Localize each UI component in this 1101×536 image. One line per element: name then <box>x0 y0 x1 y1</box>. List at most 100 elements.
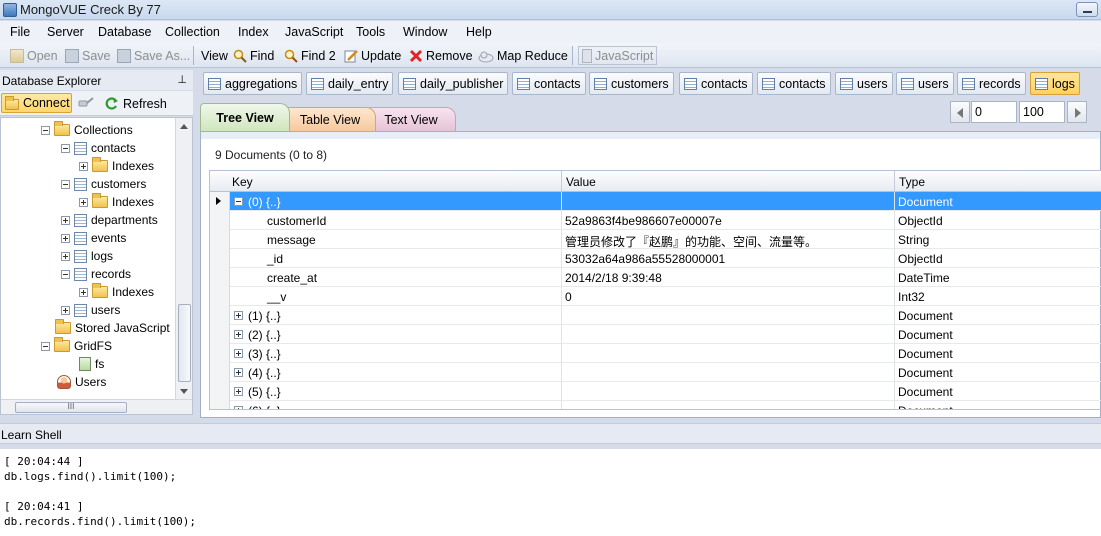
column-key[interactable]: Key <box>232 175 253 189</box>
tree-row-document-6[interactable]: (6) {..} Document <box>210 401 1101 409</box>
tab-contacts[interactable]: contacts <box>757 72 831 95</box>
expand-icon[interactable] <box>234 387 243 396</box>
tree-row-field[interactable]: customerId 52a9863f4be986607e00007e Obje… <box>210 211 1101 230</box>
find-button[interactable]: Find <box>233 47 274 64</box>
find2-button[interactable]: Find 2 <box>284 47 336 64</box>
collapse-icon[interactable] <box>61 143 70 153</box>
tab-tree-view[interactable]: Tree View <box>200 103 290 131</box>
tab-daily-entry[interactable]: daily_entry <box>306 72 394 95</box>
tree-horizontal-scrollbar[interactable]: III <box>1 399 192 414</box>
expand-icon[interactable] <box>61 215 70 225</box>
tab-contacts[interactable]: contacts <box>512 72 586 95</box>
menu-javascript[interactable]: JavaScript <box>285 25 343 39</box>
scroll-up-icon[interactable] <box>180 124 188 129</box>
tree-node-events[interactable]: events <box>61 229 126 247</box>
connect-button[interactable]: Connect <box>1 93 72 113</box>
collapse-icon[interactable] <box>61 179 70 189</box>
menu-collection[interactable]: Collection <box>165 25 220 39</box>
update-button[interactable]: Update <box>344 47 401 64</box>
tree-node-gridfs[interactable]: GridFS <box>41 337 112 355</box>
scroll-thumb[interactable]: III <box>15 402 127 413</box>
row-marker <box>210 344 230 363</box>
next-page-icon[interactable] <box>1067 101 1087 123</box>
tree-row-field[interactable]: create_at 2014/2/18 9:39:48 DateTime <box>210 268 1101 287</box>
open-button[interactable]: Open <box>10 47 58 64</box>
tree-node-contacts-indexes[interactable]: Indexes <box>79 157 154 175</box>
scroll-thumb[interactable] <box>178 304 191 382</box>
tree-row-document-3[interactable]: (3) {..} Document <box>210 344 1101 363</box>
learn-shell-output[interactable]: [ 20:04:44 ] db.logs.find().limit(100); … <box>0 449 1101 536</box>
expand-icon[interactable] <box>79 197 88 207</box>
tree-row-field[interactable]: __v 0 Int32 <box>210 287 1101 306</box>
tree-row-field[interactable]: _id 53032a64a986a55528000001 ObjectId <box>210 249 1101 268</box>
minimize-button[interactable] <box>1076 2 1098 17</box>
scroll-down-icon[interactable] <box>180 389 188 394</box>
expand-icon[interactable] <box>234 311 243 320</box>
tree-node-departments[interactable]: departments <box>61 211 158 229</box>
collapse-icon[interactable] <box>41 125 50 135</box>
tree-node-contacts[interactable]: contacts <box>61 139 136 157</box>
expand-icon[interactable] <box>234 368 243 377</box>
tree-node-customers-indexes[interactable]: Indexes <box>79 193 154 211</box>
save-button[interactable]: Save <box>65 47 111 64</box>
javascript-button[interactable]: JavaScript <box>578 46 658 65</box>
tree-node-records[interactable]: records <box>61 265 131 283</box>
tree-node-users-admin[interactable]: Users <box>57 373 106 391</box>
tab-records[interactable]: records <box>957 72 1026 95</box>
tree-row-document-1[interactable]: (1) {..} Document <box>210 306 1101 325</box>
expand-icon[interactable] <box>234 406 243 409</box>
collapse-icon[interactable] <box>234 197 243 206</box>
expand-icon[interactable] <box>61 305 70 315</box>
tree-node-records-indexes[interactable]: Indexes <box>79 283 154 301</box>
tree-row-field[interactable]: message 管理员修改了『赵鹏』的功能、空间、流量等。 String <box>210 230 1101 249</box>
tab-logs[interactable]: logs <box>1030 72 1080 95</box>
tree-row-document-2[interactable]: (2) {..} Document <box>210 325 1101 344</box>
limit-input[interactable]: 100 <box>1019 101 1065 123</box>
expand-icon[interactable] <box>234 349 243 358</box>
expand-icon[interactable] <box>234 330 243 339</box>
tree-node-fs[interactable]: fs <box>79 355 104 373</box>
tab-users[interactable]: users <box>835 72 893 95</box>
tree-node-users[interactable]: users <box>61 301 120 319</box>
menu-server[interactable]: Server <box>47 25 84 39</box>
tree-node-collections[interactable]: Collections <box>41 121 133 139</box>
menu-tools[interactable]: Tools <box>356 25 385 39</box>
remove-button[interactable]: Remove <box>409 47 473 64</box>
menu-file[interactable]: File <box>10 25 30 39</box>
tab-users[interactable]: users <box>896 72 954 95</box>
menu-window[interactable]: Window <box>403 25 447 39</box>
tree-row-document-0[interactable]: (0) {..} Document <box>210 192 1101 211</box>
refresh-button[interactable]: Refresh <box>104 94 167 113</box>
tree-node-logs[interactable]: logs <box>61 247 113 265</box>
pin-icon[interactable]: ⊥ <box>177 73 187 86</box>
disconnect-icon[interactable] <box>77 95 95 111</box>
tab-text-view[interactable]: Text View <box>366 107 456 132</box>
menu-index[interactable]: Index <box>238 25 269 39</box>
tab-aggregations[interactable]: aggregations <box>203 72 303 95</box>
tree-vertical-scrollbar[interactable] <box>175 118 192 400</box>
expand-icon[interactable] <box>79 161 88 171</box>
tree-node-stored-javascript[interactable]: Stored JavaScript <box>55 319 170 337</box>
skip-input[interactable]: 0 <box>971 101 1017 123</box>
tree-node-customers[interactable]: customers <box>61 175 146 193</box>
tab-daily-publisher[interactable]: daily_publisher <box>398 72 509 95</box>
prev-page-icon[interactable] <box>950 101 970 123</box>
tab-customers[interactable]: customers <box>589 72 674 95</box>
tab-table-view[interactable]: Table View <box>284 107 376 132</box>
menu-help[interactable]: Help <box>466 25 492 39</box>
view-button[interactable]: View <box>201 47 228 64</box>
tab-contacts[interactable]: contacts <box>679 72 753 95</box>
table-icon <box>74 231 87 245</box>
column-value[interactable]: Value <box>566 175 596 189</box>
menu-database[interactable]: Database <box>98 25 152 39</box>
expand-icon[interactable] <box>79 287 88 297</box>
tree-row-document-5[interactable]: (5) {..} Document <box>210 382 1101 401</box>
map-reduce-button[interactable]: Map Reduce <box>478 47 568 64</box>
expand-icon[interactable] <box>61 233 70 243</box>
expand-icon[interactable] <box>61 251 70 261</box>
tree-row-document-4[interactable]: (4) {..} Document <box>210 363 1101 382</box>
collapse-icon[interactable] <box>41 341 50 351</box>
column-type[interactable]: Type <box>899 175 925 189</box>
collapse-icon[interactable] <box>61 269 70 279</box>
save-as-button[interactable]: Save As... <box>117 47 190 64</box>
